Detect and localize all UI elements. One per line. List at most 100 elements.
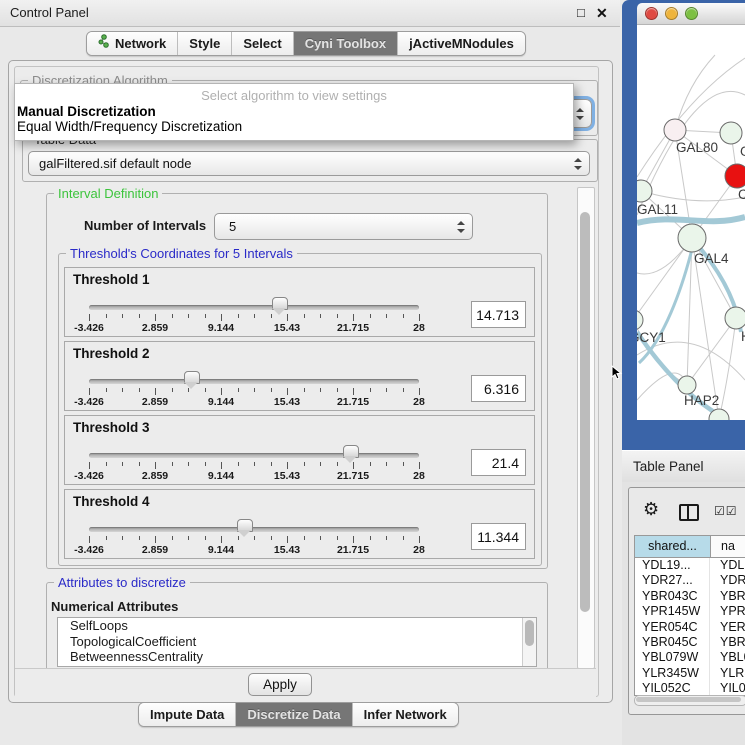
column-header-shared-name[interactable]: shared... <box>635 536 711 557</box>
network-node-gal80[interactable] <box>664 119 686 141</box>
attribute-list-item[interactable]: TopologicalCoefficient <box>58 634 536 650</box>
axis-tick <box>122 462 123 466</box>
axis-tick-label: -3.426 <box>74 396 104 408</box>
network-edge[interactable] <box>637 58 745 177</box>
axis-tick <box>320 314 321 318</box>
tab-discretize-data[interactable]: Discretize Data <box>235 703 351 726</box>
table-row[interactable]: YDR27...YDR2 <box>635 573 745 588</box>
axis-tick <box>221 314 222 321</box>
axis-tick <box>370 388 371 392</box>
threshold-value-field[interactable]: 6.316 <box>471 375 526 402</box>
number-of-intervals-combo[interactable]: 5 <box>214 213 473 240</box>
network-node-ga[interactable] <box>720 122 742 144</box>
cell-shared-name: YBR043C <box>635 589 710 604</box>
node-table[interactable]: shared... na YDL19...YDL1YDR27...YDR2YBR… <box>634 535 745 696</box>
column-header-name[interactable]: na <box>711 536 745 557</box>
attribute-list-item[interactable]: BetweennessCentrality <box>58 649 536 665</box>
network-edge[interactable] <box>641 191 745 201</box>
table-row[interactable]: YDL19...YDL1 <box>635 558 745 573</box>
slider-thumb[interactable] <box>272 297 288 310</box>
axis-tick <box>320 536 321 540</box>
checkbox-icons[interactable]: ☑☑ <box>714 504 738 518</box>
network-edge[interactable] <box>675 55 715 130</box>
table-row[interactable]: YBR045CYBR0 <box>635 635 745 650</box>
float-window-icon[interactable]: □ <box>577 0 585 26</box>
table-panel-title: Table Panel <box>633 451 704 483</box>
table-row[interactable]: YIL052CYIL0 <box>635 681 745 696</box>
tab-impute-data[interactable]: Impute Data <box>139 703 235 726</box>
axis-tick <box>254 536 255 540</box>
tab-select[interactable]: Select <box>231 32 292 55</box>
minimize-light-icon[interactable] <box>665 7 678 20</box>
network-node-hap2[interactable] <box>678 376 696 394</box>
table-row[interactable]: YER054CYER0 <box>635 620 745 635</box>
algorithm-option-manual-discretization[interactable]: Manual Discretization <box>17 104 156 119</box>
tab-infer-network[interactable]: Infer Network <box>352 703 458 726</box>
scrollbar-thumb[interactable] <box>525 620 534 646</box>
table-row[interactable]: YBL079WYBL0 <box>635 650 745 665</box>
slider-track[interactable] <box>89 453 419 458</box>
close-window-icon[interactable]: ✕ <box>596 0 608 26</box>
network-node-gcy1[interactable] <box>637 310 643 330</box>
scrollbar-thumb[interactable] <box>580 212 590 612</box>
axis-tick <box>254 388 255 392</box>
axis-tick <box>122 536 123 540</box>
network-node-c[interactable] <box>725 164 745 188</box>
gear-icon[interactable]: ⚙ <box>643 500 659 518</box>
table-row[interactable]: YBR043CYBR0 <box>635 589 745 604</box>
axis-tick <box>122 388 123 392</box>
axis-tick <box>155 314 156 321</box>
tab-cyni-toolbox[interactable]: Cyni Toolbox <box>293 32 397 55</box>
threshold-value-field[interactable]: 14.713 <box>471 301 526 328</box>
numerical-attributes-list[interactable]: SelfLoopsTopologicalCoefficientBetweenne… <box>57 617 537 667</box>
cell-shared-name: YER054C <box>635 620 710 635</box>
axis-tick-label: -3.426 <box>74 322 104 334</box>
slider-track[interactable] <box>89 527 419 532</box>
threshold-value-field[interactable]: 21.4 <box>471 449 526 476</box>
slider-track[interactable] <box>89 379 419 384</box>
network-node-h[interactable] <box>725 307 745 329</box>
attributes-scrollbar[interactable] <box>522 618 536 666</box>
window-title: Control Panel <box>10 0 89 26</box>
axis-tick <box>353 388 354 395</box>
panel-scrollbar[interactable] <box>577 187 595 669</box>
axis-tick <box>155 462 156 469</box>
scrollbar-thumb[interactable] <box>636 697 741 702</box>
tab-style[interactable]: Style <box>177 32 231 55</box>
axis-tick <box>238 314 239 318</box>
node-label: GAL11 <box>637 202 678 217</box>
network-node-gal4[interactable] <box>678 224 706 252</box>
slider-thumb[interactable] <box>184 371 200 384</box>
table-hscrollbar[interactable] <box>634 695 745 706</box>
axis-tick <box>419 314 420 321</box>
close-light-icon[interactable] <box>645 7 658 20</box>
apply-button[interactable]: Apply <box>248 673 312 696</box>
axis-tick-label: -3.426 <box>74 470 104 482</box>
axis-tick <box>304 462 305 466</box>
axis-tick <box>370 462 371 466</box>
control-panel-tabbar: NetworkStyleSelectCyni ToolboxjActiveMNo… <box>86 31 526 56</box>
column-layout-icon[interactable] <box>679 504 699 521</box>
threshold-value-field[interactable]: 11.344 <box>471 523 526 550</box>
axis-tick <box>337 462 338 466</box>
attributes-group: Attributes to discretize Numerical Attri… <box>46 582 548 676</box>
threshold-panel-4: Threshold 4-3.4262.8599.14415.4321.71528… <box>64 489 535 559</box>
network-canvas[interactable]: GAL80GACGAL11GAL4GCY1HHAP2 <box>637 25 745 420</box>
axis-tick <box>271 314 272 318</box>
table-row[interactable]: YPR145WYPR1 <box>635 604 745 619</box>
network-edge-highlighted[interactable] <box>637 217 745 223</box>
cell-shared-name: YIL052C <box>635 681 710 696</box>
table-data-combo[interactable]: galFiltered.sif default node <box>28 151 590 176</box>
algorithm-option-equal-width-frequency-discretization[interactable]: Equal Width/Frequency Discretization <box>17 119 242 134</box>
attribute-list-item[interactable]: SelfLoops <box>58 618 536 634</box>
screenshot-stage: Control Panel □ ✕ NetworkStyleSelectCyni… <box>0 0 745 745</box>
slider-thumb[interactable] <box>237 519 253 532</box>
axis-tick-label: 21.715 <box>337 396 369 408</box>
table-row[interactable]: YLR345WYLR3 <box>635 666 745 681</box>
zoom-light-icon[interactable] <box>685 7 698 20</box>
slider-thumb[interactable] <box>343 445 359 458</box>
tab-jactivemnodules[interactable]: jActiveMNodules <box>397 32 525 55</box>
node-label: GA <box>740 144 745 159</box>
slider-track[interactable] <box>89 305 419 310</box>
tab-network[interactable]: Network <box>87 32 177 55</box>
